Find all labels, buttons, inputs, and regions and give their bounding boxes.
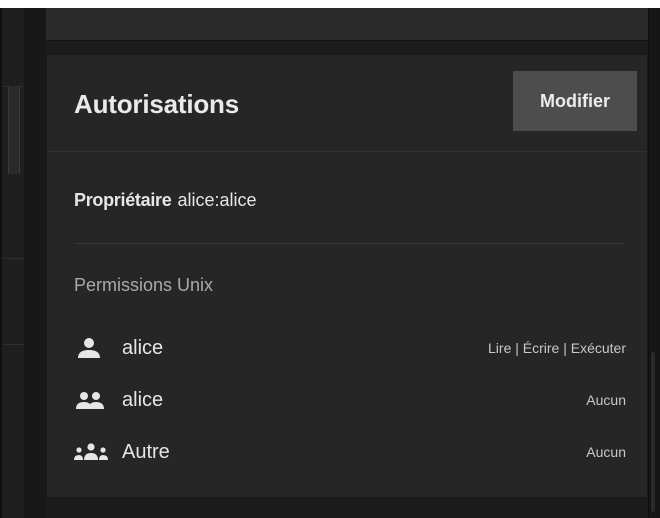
owner-value: alice:alice <box>177 190 257 210</box>
perm-value: Aucun <box>586 392 626 408</box>
owner-row: Propriétaire alice:alice <box>74 190 257 211</box>
card-header: Autorisations Modifier <box>47 55 647 152</box>
card-title: Autorisations <box>74 89 239 119</box>
perm-name: alice <box>122 337 164 359</box>
left-panel-edge <box>0 8 24 518</box>
perm-row-user: alice Lire | Écrire | Exécuter <box>74 335 626 363</box>
owner-label: Propriétaire <box>74 190 172 210</box>
left-panel-tab[interactable] <box>8 86 20 174</box>
perm-name: Autre <box>122 441 170 463</box>
user-icon <box>74 337 114 359</box>
perm-name: alice <box>122 389 164 411</box>
app-frame: Autorisations Modifier Propriétaire alice… <box>0 8 660 518</box>
modify-button[interactable]: Modifier <box>513 71 637 131</box>
scrollbar[interactable] <box>648 8 660 518</box>
permissions-card: Autorisations Modifier Propriétaire alice… <box>46 54 648 498</box>
perm-row-others: Autre Aucun <box>74 439 626 467</box>
perm-value: Aucun <box>586 444 626 460</box>
divider <box>74 243 624 244</box>
others-icon <box>74 441 114 463</box>
previous-card <box>46 8 648 41</box>
unix-permissions-label: Permissions Unix <box>74 275 214 295</box>
perm-value: Lire | Écrire | Exécuter <box>488 340 626 356</box>
scrollbar-thumb[interactable] <box>651 352 655 512</box>
group-icon <box>74 389 114 411</box>
perm-row-group: alice Aucun <box>74 387 626 415</box>
